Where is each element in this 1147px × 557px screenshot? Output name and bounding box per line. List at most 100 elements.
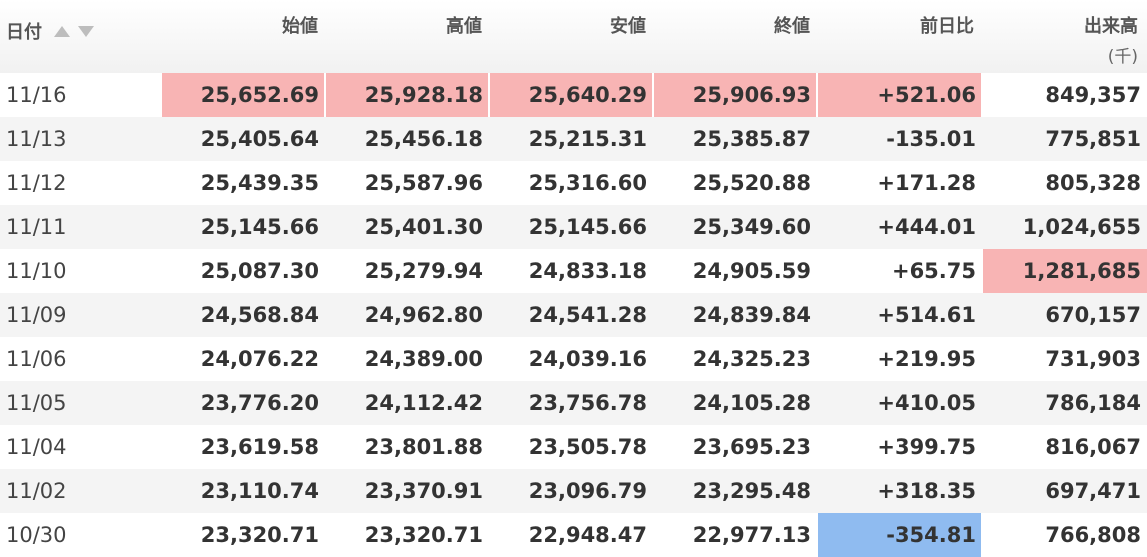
table-row: 11/16 25,652.69 25,928.18 25,640.29 25,906.9… [0,73,1147,117]
row-open: 24,568.84 [200,303,319,327]
row-volume: 1,281,685 [983,249,1147,293]
row-volume: 786,184 [1045,391,1141,415]
row-open: 25,652.69 [162,73,324,117]
row-high: 25,279.94 [364,259,483,283]
row-close: 22,977.13 [692,523,811,547]
row-low: 22,948.47 [528,523,647,547]
row-change: +399.75 [877,435,976,459]
row-low: 24,039.16 [528,347,647,371]
row-high: 24,389.00 [364,347,483,371]
table-row: 10/30 23,320.71 23,320.71 22,948.47 22,977.1… [0,513,1147,557]
table-row: 11/13 25,405.64 25,456.18 25,215.31 25,385.8… [0,117,1147,161]
row-change: +521.06 [818,73,981,117]
row-low: 25,215.31 [528,127,647,151]
row-change: +219.95 [877,347,976,371]
row-change: +514.61 [877,303,976,327]
row-date: 11/11 [6,215,67,239]
row-close: 25,349.60 [692,215,811,239]
row-open: 24,076.22 [200,347,319,371]
table-row: 11/05 23,776.20 24,112.42 23,756.78 24,105.2… [0,381,1147,425]
table-row: 11/04 23,619.58 23,801.88 23,505.78 23,695.2… [0,425,1147,469]
row-close: 24,905.59 [692,259,811,283]
header-date[interactable]: 日付 [6,18,94,44]
row-volume: 805,328 [1045,171,1141,195]
row-high: 25,928.18 [326,73,488,117]
row-date: 11/10 [6,259,67,283]
row-date: 11/06 [6,347,67,371]
table-row: 11/12 25,439.35 25,587.96 25,316.60 25,520.8… [0,161,1147,205]
header-volume: 出来高 (千) [983,12,1138,67]
row-volume: 766,808 [1045,523,1141,547]
row-high: 23,370.91 [364,479,483,503]
row-high: 24,962.80 [364,303,483,327]
row-high: 25,456.18 [364,127,483,151]
row-open: 25,439.35 [200,171,319,195]
row-open: 23,619.58 [200,435,319,459]
table-row: 11/02 23,110.74 23,370.91 23,096.79 23,295.4… [0,469,1147,513]
row-high: 23,801.88 [364,435,483,459]
header-close: 終値 [774,16,810,37]
row-high: 25,401.30 [364,215,483,239]
header-change: 前日比 [920,16,974,37]
stock-history-table: 日付 始値 高値 安値 終値 前日比 出来高 (千) 11/16 25,652.6… [0,0,1147,557]
row-volume: 697,471 [1045,479,1141,503]
sort-ascending-icon[interactable] [54,25,70,37]
row-open: 23,320.71 [200,523,319,547]
row-date: 11/04 [6,435,67,459]
row-low: 25,316.60 [528,171,647,195]
row-volume: 849,357 [1045,83,1141,107]
row-open: 23,110.74 [200,479,319,503]
row-date: 10/30 [6,523,67,547]
row-close: 24,839.84 [692,303,811,327]
row-close: 24,325.23 [692,347,811,371]
row-date: 11/09 [6,303,67,327]
header-open: 始値 [282,16,318,37]
row-high: 23,320.71 [364,523,483,547]
row-close: 24,105.28 [692,391,811,415]
row-open: 25,145.66 [200,215,319,239]
row-close: 25,520.88 [692,171,811,195]
row-open: 25,405.64 [200,127,319,151]
row-high: 25,587.96 [364,171,483,195]
row-change: +410.05 [877,391,976,415]
row-date: 11/05 [6,391,67,415]
row-low: 23,756.78 [528,391,647,415]
table-row: 11/09 24,568.84 24,962.80 24,541.28 24,839.8… [0,293,1147,337]
row-open: 23,776.20 [200,391,319,415]
row-low: 25,640.29 [490,73,652,117]
row-volume: 1,024,655 [1022,215,1141,239]
row-close: 23,695.23 [692,435,811,459]
row-date: 11/16 [6,83,67,107]
row-change: +318.35 [877,479,976,503]
table-row: 11/11 25,145.66 25,401.30 25,145.66 25,349.6… [0,205,1147,249]
row-close: 23,295.48 [692,479,811,503]
row-low: 24,833.18 [528,259,647,283]
row-change: -354.81 [818,513,981,557]
row-open: 25,087.30 [200,259,319,283]
table-row: 11/06 24,076.22 24,389.00 24,039.16 24,325.2… [0,337,1147,381]
row-date: 11/02 [6,479,67,503]
row-date: 11/13 [6,127,67,151]
sort-descending-icon[interactable] [78,25,94,37]
header-volume-label: 出来高 [1084,16,1138,37]
row-change: +65.75 [891,259,976,283]
table-row: 11/10 25,087.30 25,279.94 24,833.18 24,905.5… [0,249,1147,293]
row-close: 25,906.93 [654,73,816,117]
row-high: 24,112.42 [364,391,483,415]
header-volume-unit: (千) [1107,47,1138,67]
row-close: 25,385.87 [692,127,811,151]
header-low: 安値 [610,16,646,37]
header-date-label: 日付 [6,22,42,43]
row-low: 24,541.28 [528,303,647,327]
row-change: +444.01 [877,215,976,239]
row-change: +171.28 [877,171,976,195]
row-change: -135.01 [886,127,976,151]
row-low: 23,096.79 [528,479,647,503]
header-high: 高値 [446,16,482,37]
row-volume: 731,903 [1045,347,1141,371]
row-volume: 670,157 [1045,303,1141,327]
row-volume: 775,851 [1045,127,1141,151]
row-low: 25,145.66 [528,215,647,239]
row-volume: 816,067 [1045,435,1141,459]
table-header: 日付 始値 高値 安値 終値 前日比 出来高 (千) [0,0,1147,73]
